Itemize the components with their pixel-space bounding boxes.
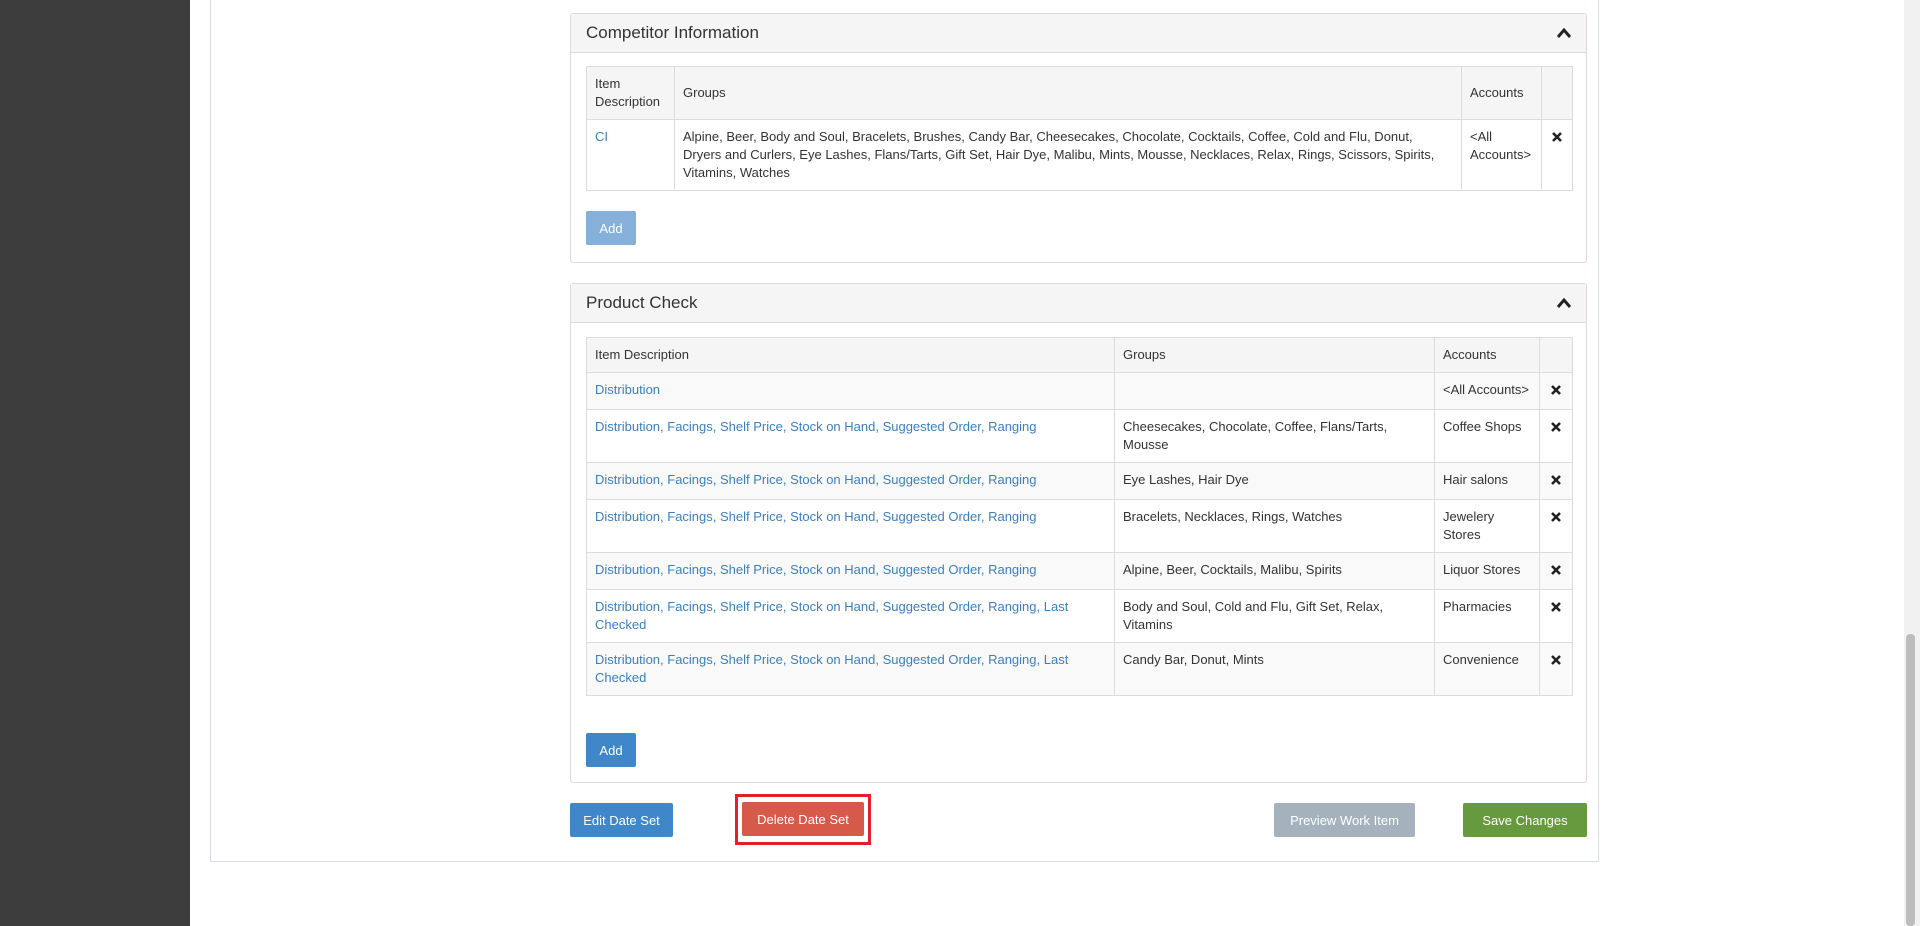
table-row: CI Alpine, Beer, Body and Soul, Bracelet… (586, 119, 1573, 191)
close-icon[interactable] (1551, 131, 1563, 143)
delete-cell (1539, 409, 1573, 463)
delete-cell (1539, 552, 1573, 590)
groups-cell: Eye Lashes, Hair Dye (1114, 462, 1435, 500)
left-sidebar (0, 0, 190, 926)
column-header-groups[interactable]: Groups (674, 66, 1462, 120)
item-description-link[interactable]: CI (586, 119, 675, 191)
column-header-actions (1541, 66, 1573, 120)
delete-cell (1539, 372, 1573, 410)
accounts-cell: Jewelery Stores (1434, 499, 1540, 553)
competitor-information-panel: Competitor Information Item Description … (570, 13, 1587, 263)
column-header-accounts[interactable]: Accounts (1434, 337, 1540, 373)
accounts-cell: <All Accounts> (1434, 372, 1540, 410)
close-icon[interactable] (1550, 384, 1562, 396)
delete-cell (1539, 499, 1573, 553)
column-header-item-description[interactable]: Item Description (586, 337, 1115, 373)
add-competitor-button[interactable]: Add (586, 211, 636, 245)
groups-cell: Body and Soul, Cold and Flu, Gift Set, R… (1114, 589, 1435, 643)
delete-cell (1539, 462, 1573, 500)
accounts-cell: Pharmacies (1434, 589, 1540, 643)
table-header-row: Item Description Groups Accounts (586, 337, 1573, 373)
close-icon[interactable] (1550, 601, 1562, 613)
panel-heading: Competitor Information (571, 14, 1586, 53)
item-description-link[interactable]: Distribution, Facings, Shelf Price, Stoc… (586, 642, 1115, 696)
product-check-table: Item Description Groups Accounts Distrib… (586, 337, 1573, 696)
table-row: Distribution, Facings, Shelf Price, Stoc… (586, 552, 1573, 590)
delete-date-set-button[interactable]: Delete Date Set (742, 802, 864, 836)
table-row: Distribution, Facings, Shelf Price, Stoc… (586, 409, 1573, 463)
groups-cell: Alpine, Beer, Cocktails, Malibu, Spirits (1114, 552, 1435, 590)
close-icon[interactable] (1550, 511, 1562, 523)
item-description-link[interactable]: Distribution, Facings, Shelf Price, Stoc… (586, 552, 1115, 590)
accounts-cell: Liquor Stores (1434, 552, 1540, 590)
column-header-accounts[interactable]: Accounts (1461, 66, 1542, 120)
chevron-up-icon[interactable] (1556, 26, 1572, 40)
close-icon[interactable] (1550, 654, 1562, 666)
groups-cell (1114, 372, 1435, 410)
delete-cell (1541, 119, 1573, 191)
column-header-item-description[interactable]: Item Description (586, 66, 675, 120)
table-row: Distribution <All Accounts> (586, 372, 1573, 410)
item-description-link[interactable]: Distribution, Facings, Shelf Price, Stoc… (586, 409, 1115, 463)
accounts-cell: Convenience (1434, 642, 1540, 696)
item-description-link[interactable]: Distribution, Facings, Shelf Price, Stoc… (586, 499, 1115, 553)
competitor-table: Item Description Groups Accounts CI Alpi… (586, 66, 1573, 191)
groups-cell: Bracelets, Necklaces, Rings, Watches (1114, 499, 1435, 553)
item-description-link[interactable]: Distribution, Facings, Shelf Price, Stoc… (586, 589, 1115, 643)
close-icon[interactable] (1550, 474, 1562, 486)
table-row: Distribution, Facings, Shelf Price, Stoc… (586, 462, 1573, 500)
panel-title: Product Check (586, 293, 698, 312)
add-product-check-button[interactable]: Add (586, 733, 636, 767)
accounts-cell: Hair salons (1434, 462, 1540, 500)
column-header-groups[interactable]: Groups (1114, 337, 1435, 373)
table-row: Distribution, Facings, Shelf Price, Stoc… (586, 499, 1573, 553)
preview-work-item-button[interactable]: Preview Work Item (1274, 803, 1415, 837)
scrollbar-thumb[interactable] (1906, 634, 1915, 926)
delete-cell (1539, 589, 1573, 643)
column-header-actions (1539, 337, 1573, 373)
panel-heading: Product Check (571, 284, 1586, 323)
close-icon[interactable] (1550, 421, 1562, 433)
accounts-cell: <All Accounts> (1461, 119, 1542, 191)
item-description-link[interactable]: Distribution (586, 372, 1115, 410)
table-row: Distribution, Facings, Shelf Price, Stoc… (586, 642, 1573, 696)
delete-cell (1539, 642, 1573, 696)
table-header-row: Item Description Groups Accounts (586, 66, 1573, 120)
save-changes-button[interactable]: Save Changes (1463, 803, 1587, 837)
close-icon[interactable] (1550, 564, 1562, 576)
edit-date-set-button[interactable]: Edit Date Set (570, 803, 673, 837)
item-description-link[interactable]: Distribution, Facings, Shelf Price, Stoc… (586, 462, 1115, 500)
table-row: Distribution, Facings, Shelf Price, Stoc… (586, 589, 1573, 643)
groups-cell: Candy Bar, Donut, Mints (1114, 642, 1435, 696)
panel-title: Competitor Information (586, 23, 759, 42)
chevron-up-icon[interactable] (1556, 296, 1572, 310)
accounts-cell: Coffee Shops (1434, 409, 1540, 463)
groups-cell: Cheesecakes, Chocolate, Coffee, Flans/Ta… (1114, 409, 1435, 463)
product-check-panel: Product Check Item Description Groups Ac… (570, 283, 1587, 783)
groups-cell: Alpine, Beer, Body and Soul, Bracelets, … (674, 119, 1462, 191)
